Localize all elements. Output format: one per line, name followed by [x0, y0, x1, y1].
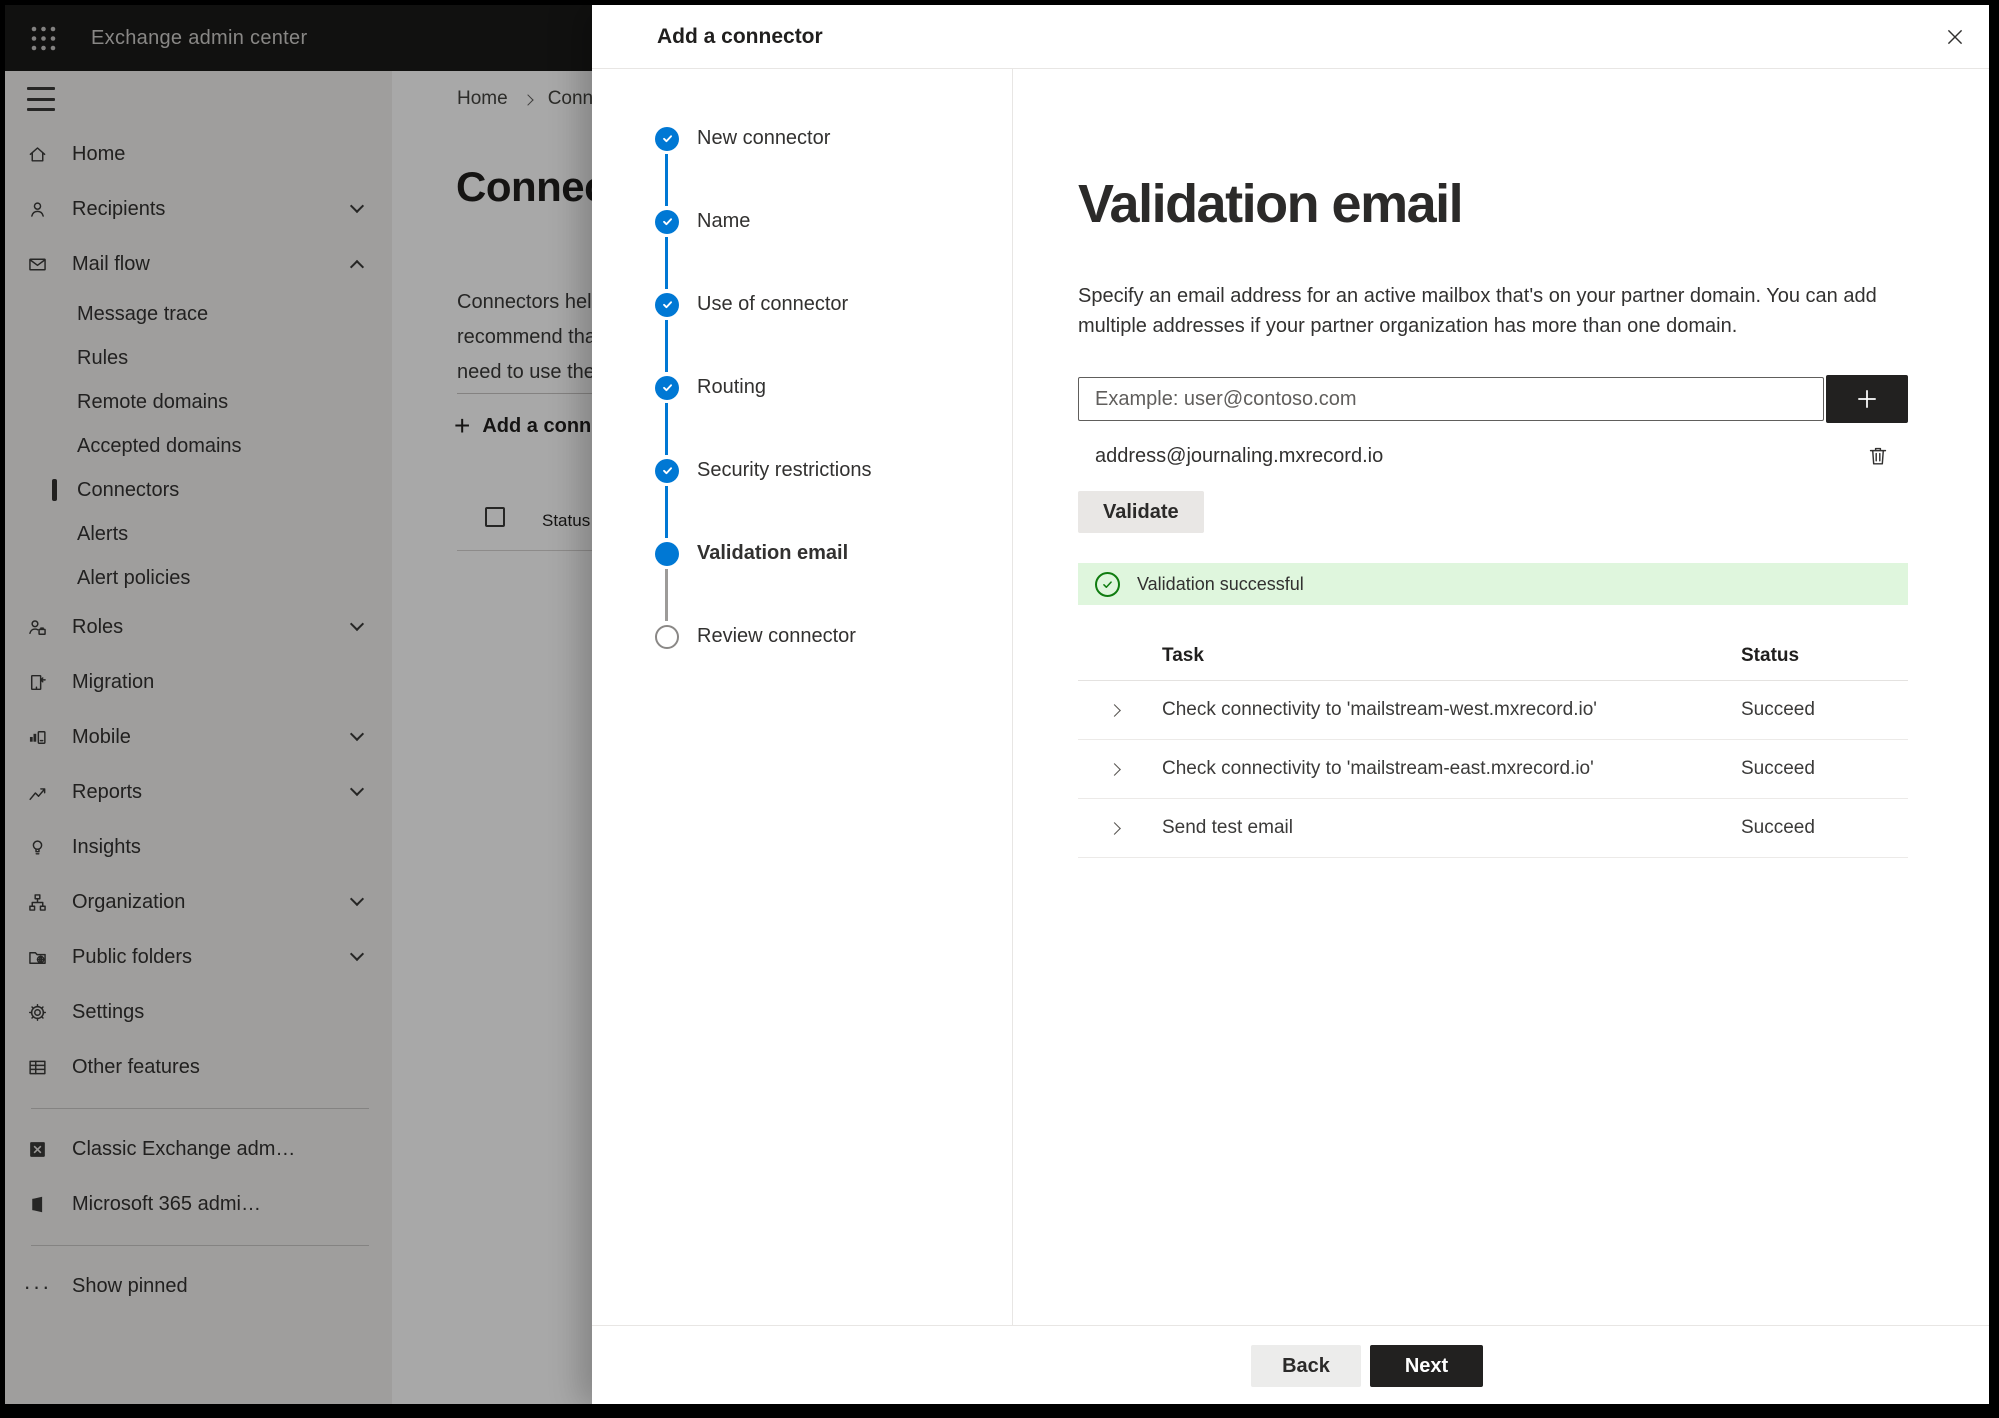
step-done-icon	[655, 292, 679, 317]
panel-footer: Back Next	[592, 1325, 1989, 1404]
row-status: Succeed	[1741, 758, 1815, 779]
validation-results-table: Task Status Check connectivity to 'mails…	[1078, 631, 1908, 858]
status-header: Status	[1741, 644, 1800, 666]
step-done-icon	[655, 458, 679, 483]
panel-main: Validation email Specify an email addres…	[1013, 69, 1989, 1325]
close-icon	[1947, 29, 1963, 45]
wizard-step-new-connector[interactable]: New connector	[592, 97, 1012, 180]
validate-button[interactable]: Validate	[1078, 491, 1204, 533]
chevron-right-icon[interactable]	[1108, 762, 1122, 776]
wizard-step-name[interactable]: Name	[592, 154, 1012, 263]
chevron-right-icon[interactable]	[1108, 703, 1122, 717]
next-button[interactable]: Next	[1370, 1345, 1483, 1387]
email-input[interactable]	[1078, 377, 1824, 421]
add-email-button[interactable]	[1826, 375, 1908, 423]
table-row[interactable]: Check connectivity to 'mailstream-east.m…	[1078, 740, 1908, 799]
banner-text: Validation successful	[1137, 573, 1304, 594]
step-done-icon	[655, 375, 679, 400]
wizard-step-review-connector: Review connector	[592, 569, 1012, 678]
success-check-icon	[1095, 571, 1120, 597]
step-todo-icon	[655, 624, 679, 649]
step-done-icon	[655, 209, 679, 234]
table-row[interactable]: Send test email Succeed	[1078, 799, 1908, 858]
task-header: Task	[1162, 644, 1204, 666]
screen: Exchange admin center Home Recipients Ma…	[5, 5, 1989, 1404]
wizard-step-validation-email[interactable]: Validation email	[592, 486, 1012, 595]
validation-success-banner: Validation successful	[1078, 563, 1908, 605]
delete-address-button[interactable]	[1862, 440, 1894, 472]
panel-header: Add a connector	[592, 5, 1989, 69]
table-row[interactable]: Check connectivity to 'mailstream-west.m…	[1078, 681, 1908, 740]
email-input-row	[1078, 375, 1908, 423]
email-address: address@journaling.mxrecord.io	[1095, 444, 1384, 467]
wizard-step-use-of-connector[interactable]: Use of connector	[592, 237, 1012, 346]
row-status: Succeed	[1741, 699, 1815, 720]
wizard-step-routing[interactable]: Routing	[592, 320, 1012, 429]
trash-icon	[1869, 447, 1887, 465]
wizard-step-security-restrictions[interactable]: Security restrictions	[592, 403, 1012, 512]
step-done-icon	[655, 126, 679, 151]
back-button[interactable]: Back	[1251, 1345, 1361, 1387]
close-button[interactable]	[1937, 19, 1973, 55]
wizard-steps: New connector Name Use of connector Rout…	[592, 69, 1013, 1325]
add-connector-panel: Add a connector New connector Name Use o…	[592, 5, 1989, 1404]
table-header-row: Task Status	[1078, 631, 1908, 681]
panel-title: Add a connector	[657, 24, 823, 48]
step-title: Validation email	[1078, 174, 1464, 234]
panel-body: New connector Name Use of connector Rout…	[592, 69, 1989, 1325]
email-address-row: address@journaling.mxrecord.io	[1078, 435, 1908, 477]
row-status: Succeed	[1741, 817, 1815, 838]
chevron-right-icon[interactable]	[1108, 821, 1122, 835]
step-description: Specify an email address for an active m…	[1078, 285, 1877, 337]
plus-icon	[1858, 390, 1876, 408]
step-current-icon	[655, 541, 679, 566]
